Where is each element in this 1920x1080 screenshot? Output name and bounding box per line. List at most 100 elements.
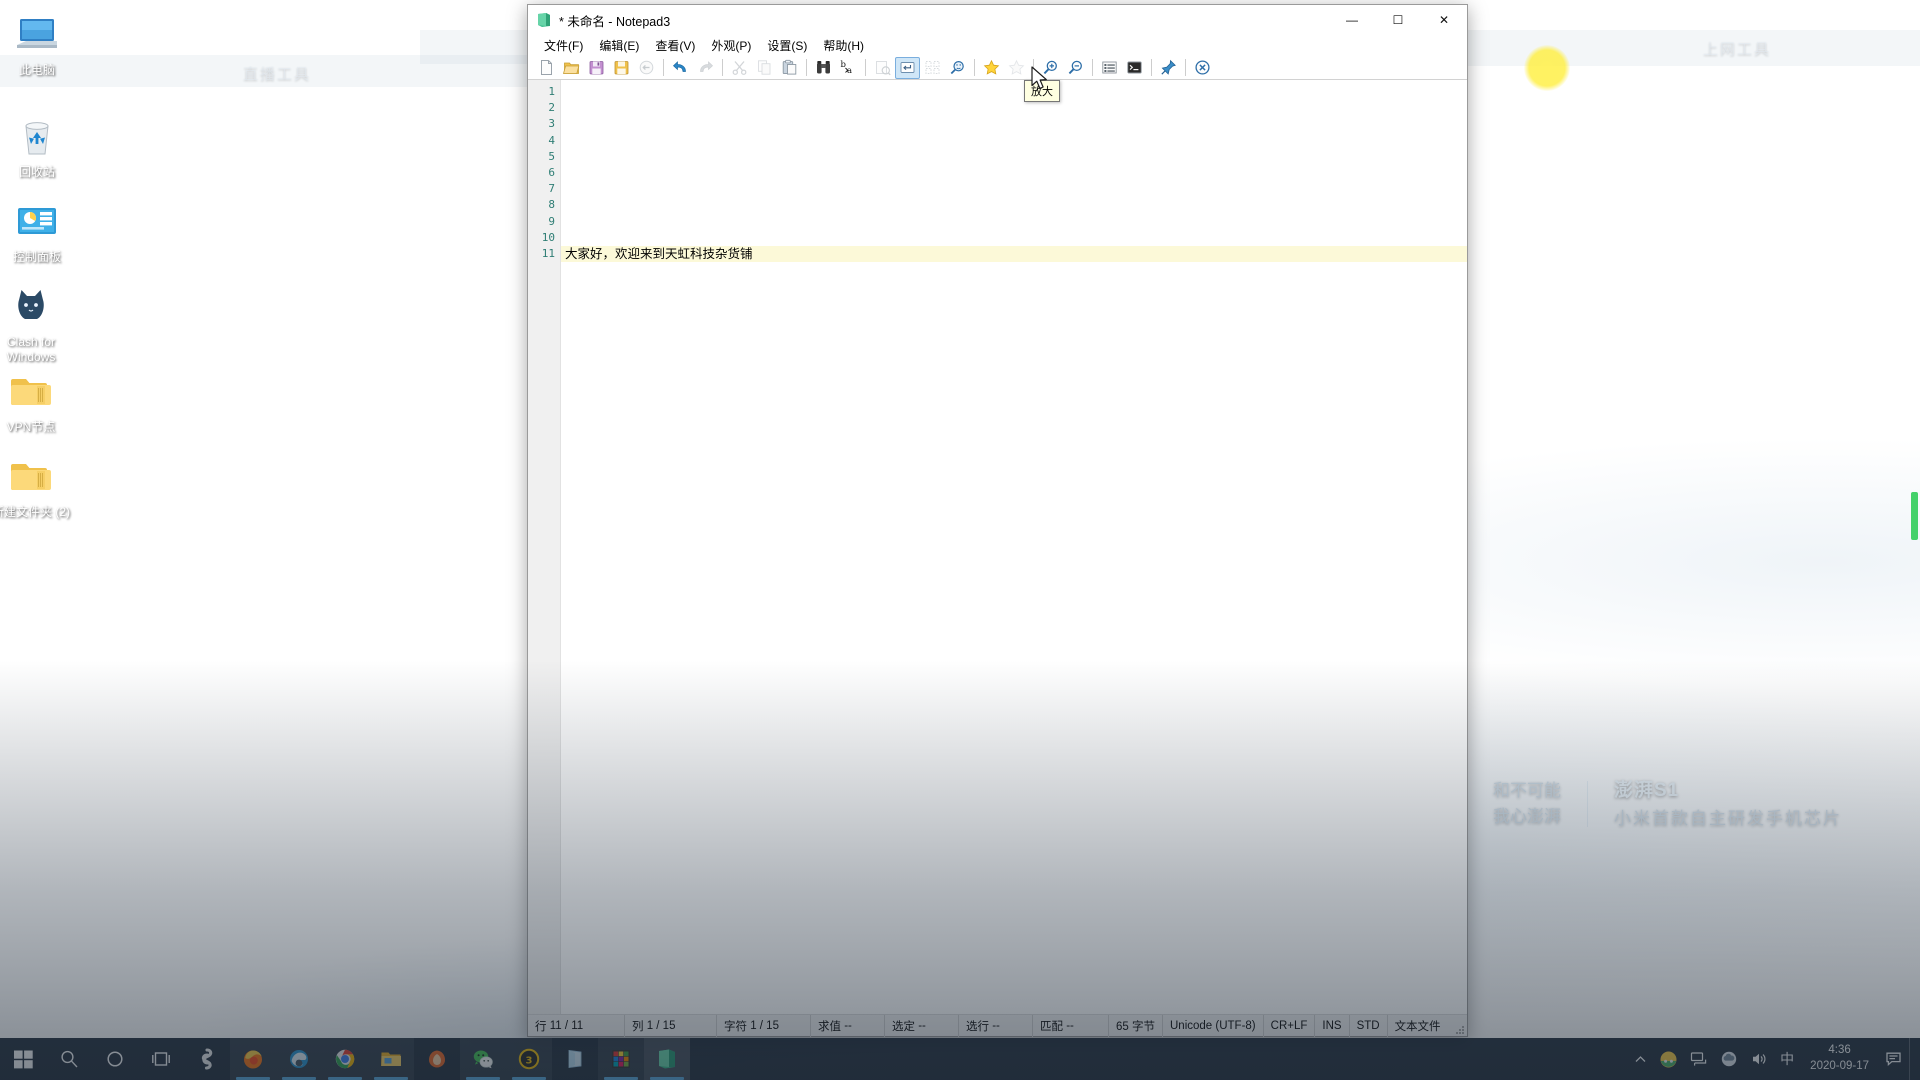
resize-grip[interactable]	[1453, 1015, 1467, 1037]
taskbar-buttons[interactable]: 3	[0, 1038, 690, 1080]
editor-line[interactable]	[561, 116, 1467, 132]
minimize-button[interactable]: —	[1329, 5, 1375, 35]
notepad3-window[interactable]: * 未命名 - Notepad3 — ☐ ✕ 文件(F) 编辑(E) 查看(V)…	[527, 4, 1570, 1037]
editor-line[interactable]	[561, 181, 1467, 197]
menu-view[interactable]: 查看(V)	[647, 35, 703, 56]
editor-line[interactable]	[561, 197, 1467, 213]
taskbar-app-store[interactable]	[552, 1038, 598, 1080]
status-column-label: 列	[632, 1020, 644, 1033]
desktop-icon-clash-for-windows[interactable]: Clash for Windows	[0, 282, 74, 365]
taskbar-app-edge[interactable]	[276, 1038, 322, 1080]
word-wrap-button[interactable]	[920, 57, 945, 79]
copy-button[interactable]	[752, 57, 777, 79]
always-on-top-button[interactable]	[1156, 57, 1181, 79]
window-controls[interactable]: — ☐ ✕	[1329, 5, 1467, 35]
taskbar-app-obs[interactable]: 3	[506, 1038, 552, 1080]
cortana-button[interactable]	[92, 1038, 138, 1080]
editor-line[interactable]	[561, 149, 1467, 165]
save-as-button[interactable]	[609, 57, 634, 79]
menu-help[interactable]: 帮助(H)	[815, 35, 872, 56]
taskbar-app-shuffle[interactable]	[184, 1038, 230, 1080]
exit-button[interactable]	[1190, 57, 1215, 79]
zoom-out-button[interactable]	[1063, 57, 1088, 79]
desktop-icon-control-panel[interactable]: 控制面板	[0, 197, 80, 265]
status-file-type: 文本文件	[1386, 1014, 1448, 1037]
status-sel-lines: 选行 --	[958, 1014, 1032, 1037]
menubar[interactable]: 文件(F) 编辑(E) 查看(V) 外观(P) 设置(S) 帮助(H)	[528, 35, 1467, 56]
maximize-button[interactable]: ☐	[1375, 5, 1421, 35]
bookmark-clear-button[interactable]	[1004, 57, 1029, 79]
volume-icon	[1753, 1053, 1766, 1065]
taskbar-clock[interactable]: 4:36 2020-09-17	[1800, 1038, 1879, 1080]
replace-button[interactable]: b a	[836, 57, 861, 79]
menu-appearance[interactable]: 外观(P)	[703, 35, 759, 56]
find-button[interactable]	[811, 57, 836, 79]
zoom-in-button[interactable]	[1038, 57, 1063, 79]
menu-settings[interactable]: 设置(S)	[759, 35, 815, 56]
editor-area[interactable]: 1 2 3 4 5 6 7 8 9 10 11 大家好，欢迎来到天虹科技杂货铺	[528, 80, 1467, 1014]
editor-line[interactable]	[561, 230, 1467, 246]
bookmark-toggle-button[interactable]	[979, 57, 1004, 79]
desktop-icon-new-folder-2[interactable]: 新建文件夹 (2)	[0, 452, 74, 520]
taskbar-app-notepad3[interactable]	[644, 1038, 690, 1080]
system-tray[interactable]: 中 4:36 2020-09-17	[1628, 1038, 1920, 1080]
folder-icon	[11, 464, 51, 490]
schemes-button[interactable]	[1097, 57, 1122, 79]
editor-line[interactable]	[561, 100, 1467, 116]
menu-file[interactable]: 文件(F)	[536, 35, 591, 56]
tray-network-icon[interactable]	[1684, 1038, 1714, 1080]
editor-line[interactable]	[561, 133, 1467, 149]
taskbar-app-fox[interactable]	[414, 1038, 460, 1080]
window-titlebar[interactable]: * 未命名 - Notepad3 — ☐ ✕	[528, 5, 1467, 35]
line-number: 2	[548, 101, 555, 115]
task-view-button[interactable]	[138, 1038, 184, 1080]
taskbar[interactable]: 3 中 4:36 2020-09-17	[0, 1038, 1920, 1080]
paste-button[interactable]	[777, 57, 802, 79]
search-button[interactable]	[46, 1038, 92, 1080]
status-column-value: 1 / 15	[646, 1019, 676, 1032]
editor-line[interactable]	[561, 84, 1467, 100]
taskbar-app-chrome[interactable]	[322, 1038, 368, 1080]
show-desktop-button[interactable]	[1909, 1038, 1916, 1080]
toggle-eol-button[interactable]	[895, 56, 920, 79]
zoom-reset-button[interactable]	[945, 57, 970, 79]
action-center-button[interactable]	[1879, 1038, 1909, 1080]
menu-edit[interactable]: 编辑(E)	[591, 35, 647, 56]
cut-button[interactable]	[727, 57, 752, 79]
toolbar[interactable]: b a	[528, 45, 1570, 91]
promo-line2: 我心澎湃	[1493, 807, 1561, 827]
editor-line[interactable]	[561, 214, 1467, 230]
taskbar-app-explorer[interactable]	[368, 1038, 414, 1080]
revert-button[interactable]	[634, 57, 659, 79]
firefox-icon	[244, 1050, 262, 1069]
start-button[interactable]	[0, 1038, 46, 1080]
status-matches-label: 匹配	[1040, 1020, 1063, 1033]
console-button[interactable]	[1122, 57, 1147, 79]
tray-onedrive-icon[interactable]	[1714, 1038, 1744, 1080]
editor-line[interactable]	[561, 165, 1467, 181]
open-file-button[interactable]	[559, 57, 584, 79]
editor-line-current[interactable]: 大家好，欢迎来到天虹科技杂货铺	[561, 245, 1467, 263]
desktop[interactable]: 直播工具 上网工具 此电脑 回收站 控制面板 Clash for Windows…	[0, 0, 1920, 1080]
tray-volume-icon[interactable]	[1744, 1038, 1774, 1080]
close-button[interactable]: ✕	[1421, 5, 1467, 35]
save-button[interactable]	[584, 57, 609, 79]
desktop-icon-recycle-bin[interactable]: 回收站	[0, 112, 80, 180]
taskbar-app-wechat[interactable]	[460, 1038, 506, 1080]
tray-expand-button[interactable]	[1628, 1038, 1653, 1080]
clock-date: 2020-09-17	[1810, 1060, 1869, 1072]
tray-ime-indicator[interactable]: 中	[1774, 1038, 1800, 1080]
undo-button[interactable]	[668, 57, 693, 79]
desktop-icon-vpn-nodes[interactable]: VPN节点	[0, 367, 74, 435]
notepad3-icon	[538, 13, 550, 27]
status-encoding: Unicode (UTF-8)	[1162, 1014, 1263, 1037]
taskbar-app-firefox[interactable]	[230, 1038, 276, 1080]
tray-game-icon[interactable]	[1653, 1038, 1684, 1080]
toggle-whitespace-button[interactable]	[870, 57, 895, 79]
taskbar-app-colors[interactable]	[598, 1038, 644, 1080]
desktop-icon-this-pc[interactable]: 此电脑	[0, 10, 80, 78]
status-selection: 选定 --	[884, 1014, 958, 1037]
text-editor-content[interactable]: 大家好，欢迎来到天虹科技杂货铺	[561, 80, 1467, 1014]
new-file-button[interactable]	[534, 57, 559, 79]
redo-button[interactable]	[693, 57, 718, 79]
